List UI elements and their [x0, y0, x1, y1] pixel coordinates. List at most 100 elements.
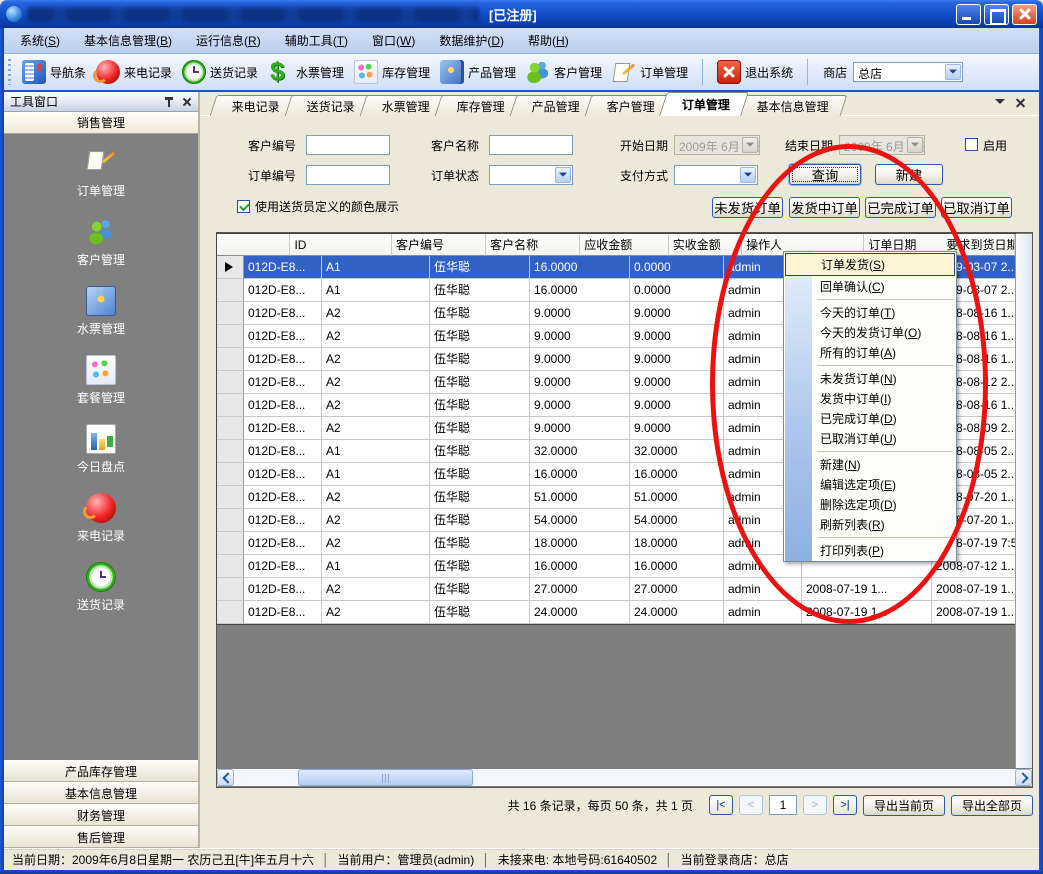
sidebar-section-bar[interactable]: 产品库存管理 — [4, 760, 198, 782]
query-button[interactable]: 查询 — [789, 164, 861, 185]
row-indicator[interactable] — [217, 486, 244, 509]
context-menu-item[interactable]: 今天的发货订单(O) — [784, 322, 956, 342]
sidebar-item[interactable]: 套餐管理 — [77, 355, 125, 406]
toolbar-button[interactable]: 导航条 — [17, 58, 91, 86]
close-button[interactable] — [1012, 4, 1037, 25]
toolbar-button[interactable]: 订单管理 — [607, 58, 693, 86]
column-header[interactable]: 应收金额 — [580, 234, 668, 256]
order-status-filter-button[interactable]: 已取消订单 — [941, 197, 1012, 218]
vertical-scrollbar[interactable] — [1015, 234, 1032, 768]
context-menu-item[interactable]: 新建(N) — [784, 454, 956, 474]
row-indicator[interactable] — [217, 371, 244, 394]
menu-item[interactable]: 帮助(H) — [516, 29, 581, 52]
cust-no-input[interactable] — [306, 135, 390, 155]
column-header[interactable]: ID — [290, 234, 392, 256]
row-indicator[interactable] — [217, 555, 244, 578]
row-indicator[interactable] — [217, 440, 244, 463]
row-indicator[interactable] — [217, 532, 244, 555]
row-indicator[interactable] — [217, 578, 244, 601]
context-menu-item[interactable]: 订单发货(S) — [785, 253, 955, 276]
next-page-button[interactable]: > — [803, 795, 827, 815]
exit-system-button[interactable]: 退出系统 — [712, 58, 798, 86]
menu-item[interactable]: 基本信息管理(B) — [72, 29, 184, 52]
row-indicator[interactable] — [217, 302, 244, 325]
horizontal-scrollbar[interactable] — [217, 769, 1032, 786]
page-number-input[interactable] — [769, 795, 797, 815]
toolbar-button[interactable]: 产品管理 — [435, 58, 521, 86]
shop-select[interactable]: 总店 — [853, 62, 963, 82]
order-no-input[interactable] — [306, 165, 390, 185]
row-indicator[interactable] — [217, 325, 244, 348]
menu-item[interactable]: 数据维护(D) — [427, 29, 516, 52]
sidebar-item[interactable]: 客户管理 — [77, 217, 125, 268]
context-menu-item[interactable]: 刷新列表(R) — [784, 514, 956, 534]
toolbar-button[interactable]: 水票管理 — [263, 58, 349, 86]
table-row[interactable]: 012D-E8... A2 伍华聪 27.0000 27.0000 admin … — [217, 578, 1015, 601]
chevron-down-icon[interactable] — [555, 167, 571, 183]
toolbar-grip[interactable] — [8, 59, 11, 85]
chevron-down-icon[interactable] — [945, 64, 961, 80]
scrollbar-thumb[interactable] — [298, 769, 473, 786]
row-indicator[interactable] — [217, 417, 244, 440]
prev-page-button[interactable]: < — [739, 795, 763, 815]
context-menu-item[interactable]: 今天的订单(T) — [784, 302, 956, 322]
export-all-pages-button[interactable]: 导出全部页 — [951, 795, 1033, 816]
tab-list-dropdown-icon[interactable] — [995, 99, 1005, 109]
toolbar-button[interactable]: 来电记录 — [91, 58, 177, 86]
end-date-picker[interactable]: 2009年 6月 8日 — [839, 135, 925, 155]
export-current-page-button[interactable]: 导出当前页 — [863, 795, 945, 816]
sidebar-item[interactable]: 送货记录 — [77, 562, 125, 613]
row-indicator[interactable] — [217, 279, 244, 302]
column-header[interactable]: 客户名称 — [486, 234, 580, 256]
document-tab[interactable]: 基本信息管理 — [735, 95, 848, 116]
pin-icon[interactable] — [164, 96, 174, 108]
context-menu-item[interactable]: 已取消订单(U) — [784, 428, 956, 448]
document-tab[interactable]: 订单管理 — [659, 92, 749, 116]
context-menu-item[interactable]: 发货中订单(I) — [784, 388, 956, 408]
column-header[interactable]: 客户编号 — [392, 234, 486, 256]
row-indicator[interactable] — [217, 509, 244, 532]
row-indicator[interactable] — [217, 601, 244, 624]
order-status-filter-button[interactable]: 发货中订单 — [789, 197, 860, 218]
context-menu-item[interactable]: 编辑选定项(E) — [784, 474, 956, 494]
minimize-button[interactable] — [956, 4, 981, 25]
toolbar-button[interactable]: 客户管理 — [521, 58, 607, 86]
start-date-picker[interactable]: 2009年 6月 8日 — [674, 135, 760, 155]
chevron-down-icon[interactable] — [740, 167, 756, 183]
toolbar-button[interactable]: 送货记录 — [177, 58, 263, 86]
menu-item[interactable]: 窗口(W) — [360, 29, 427, 52]
new-button[interactable]: 新建 — [875, 164, 943, 185]
sidebar-item[interactable]: 水票管理 — [77, 286, 125, 337]
menu-item[interactable]: 系统(S) — [8, 29, 72, 52]
row-indicator[interactable] — [217, 256, 244, 279]
menu-item[interactable]: 辅助工具(T) — [273, 29, 360, 52]
row-indicator[interactable] — [217, 348, 244, 371]
maximize-button[interactable] — [984, 4, 1009, 25]
row-indicator[interactable] — [217, 394, 244, 417]
sidebar-section-bar[interactable]: 售后管理 — [4, 826, 198, 848]
toolbar-button[interactable]: 库存管理 — [349, 58, 435, 86]
order-status-select[interactable] — [489, 165, 573, 185]
menu-item[interactable]: 运行信息(R) — [184, 29, 273, 52]
last-page-button[interactable]: >| — [833, 795, 857, 815]
context-menu-item[interactable]: 删除选定项(D) — [784, 494, 956, 514]
scroll-left-icon[interactable] — [217, 769, 234, 786]
context-menu-item[interactable]: 回单确认(C) — [784, 276, 956, 296]
context-menu-item[interactable]: 已完成订单(D) — [784, 408, 956, 428]
sidebar-item[interactable]: 来电记录 — [77, 493, 125, 544]
tab-close-icon[interactable] — [1015, 97, 1026, 108]
sidebar-item[interactable]: 订单管理 — [77, 148, 125, 199]
column-header[interactable]: 实收金额 — [669, 234, 742, 256]
sidebar-section-bar[interactable]: 财务管理 — [4, 804, 198, 826]
row-indicator[interactable] — [217, 463, 244, 486]
context-menu-item[interactable]: 所有的订单(A) — [784, 342, 956, 362]
close-icon[interactable] — [182, 96, 192, 108]
column-header[interactable] — [217, 234, 290, 256]
order-status-filter-button[interactable]: 未发货订单 — [712, 197, 783, 218]
table-row[interactable]: 012D-E8... A2 伍华聪 24.0000 24.0000 admin … — [217, 601, 1015, 624]
order-status-filter-button[interactable]: 已完成订单 — [865, 197, 936, 218]
color-display-checkbox[interactable] — [237, 200, 250, 213]
sidebar-item[interactable]: 今日盘点 — [77, 424, 125, 475]
first-page-button[interactable]: |< — [709, 795, 733, 815]
cust-name-input[interactable] — [489, 135, 573, 155]
